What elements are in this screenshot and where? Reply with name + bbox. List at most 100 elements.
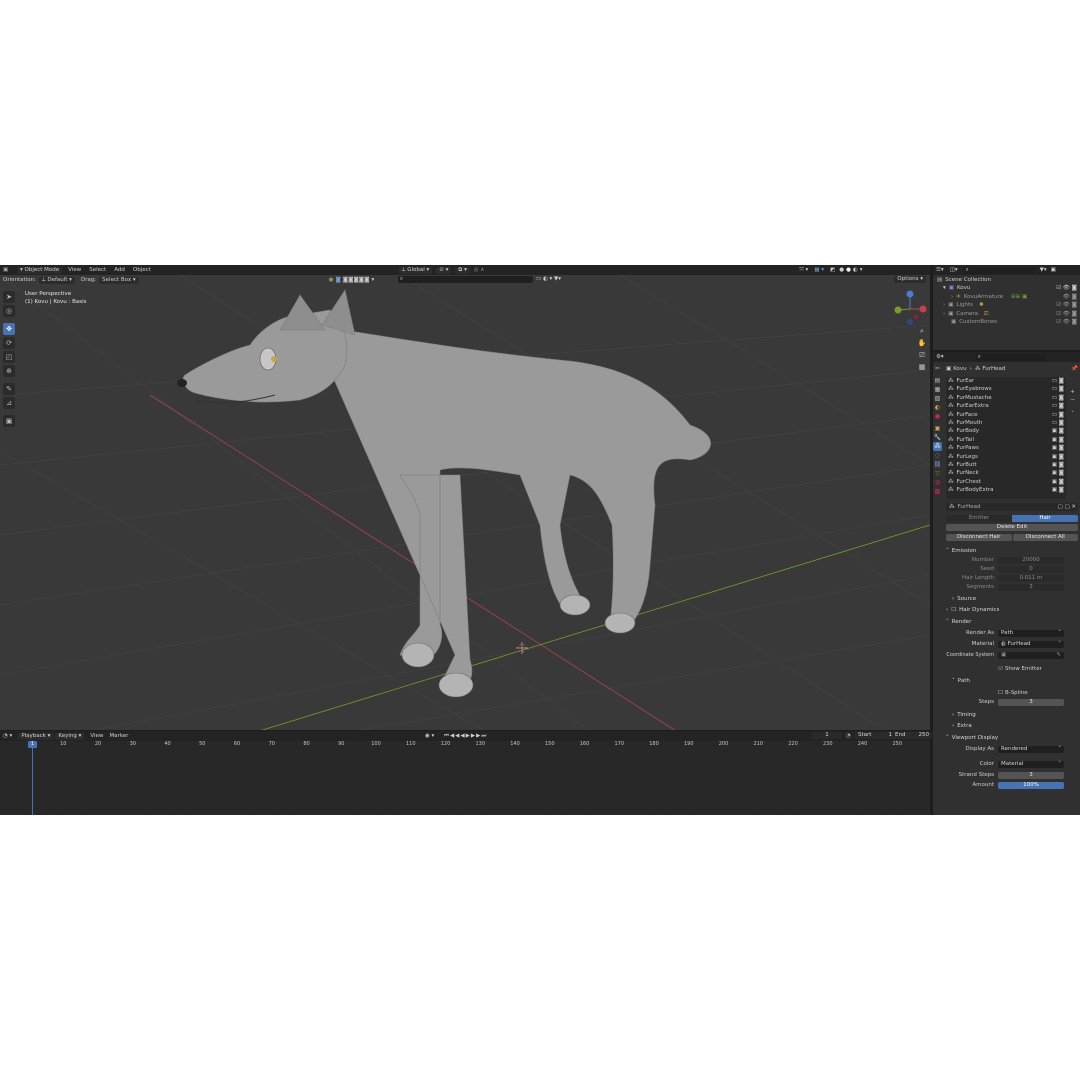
render-visibility-toggles[interactable]: ▣ ◙ [1052, 486, 1064, 494]
playhead[interactable] [32, 741, 33, 815]
playhead-label[interactable]: 1 [28, 741, 37, 748]
shading-options[interactable]: ▾ [860, 267, 863, 273]
output-tab-icon[interactable]: ▦ [933, 385, 942, 394]
snap-toggle[interactable]: ⧉ ▾ [455, 266, 470, 274]
viewport[interactable]: ▣ ▾ Object Mode View Select Add Object ⟂… [0, 265, 930, 730]
timeline-menu-playback[interactable]: Playback ▾ [18, 732, 54, 740]
path-panel-header[interactable]: ˅ Path [946, 677, 1078, 685]
current-frame-field[interactable]: 1 [812, 732, 842, 739]
timeline-menu-keying[interactable]: Keying ▾ [55, 732, 85, 740]
drag-select[interactable]: Select Box ▾ [99, 276, 139, 284]
particle-system-item[interactable]: ⁂ FurMouth ▭ ◙ [946, 419, 1066, 427]
proportional-icon[interactable]: ◎ ∧ [474, 267, 485, 273]
cursor-tool[interactable]: ◎ [3, 305, 15, 317]
strand-steps-field[interactable]: 3 [998, 771, 1064, 779]
emission-field-value[interactable]: 20000 [998, 556, 1064, 564]
source-panel-header[interactable]: › Source [946, 595, 1078, 603]
particle-system-item[interactable]: ⁂ FurBody ▣ ◙ [946, 427, 1066, 435]
row-toggles[interactable]: ☑ 👁 ◙ [1056, 310, 1077, 318]
options-button[interactable]: Options ▾ [894, 276, 926, 283]
particle-system-item[interactable]: ⁂ FurNeck ▣ ◙ [946, 469, 1066, 477]
hair-dynamics-checkbox[interactable]: ☐ [951, 607, 956, 613]
overlay-toggle[interactable]: ▦ ▾ [814, 267, 824, 273]
timeline-menu-view[interactable]: View [90, 733, 103, 739]
frame-ruler[interactable]: 10 20 30 40 50 60 70 80 90 100 110 120 130 140 150 160 1… [0, 741, 930, 815]
scale-tool[interactable]: ◰ [3, 351, 15, 363]
amount-slider[interactable]: 100% [998, 781, 1064, 789]
modifier-tab-icon[interactable]: 🔧 [933, 433, 942, 442]
particle-system-item[interactable]: ⁂ FurChest ▣ ◙ [946, 478, 1066, 486]
tool-tab-icon[interactable]: ✂ [933, 364, 942, 373]
start-frame-field[interactable]: Start 1 [855, 732, 895, 739]
particle-system-item[interactable]: ⁂ FurEarExtra ▭ ◙ [946, 402, 1066, 410]
mode-dropdown[interactable]: ▾ Object Mode [17, 266, 63, 274]
emission-field-value[interactable]: 3 [998, 583, 1064, 591]
render-visibility-toggles[interactable]: ▣ ◙ [1052, 453, 1064, 461]
expand-icon[interactable]: › [943, 310, 945, 318]
extra-panel-header[interactable]: › Extra [946, 722, 1078, 730]
bspline-row[interactable]: ☐ B-Spline [946, 689, 1078, 697]
disconnect-hair-button[interactable]: Disconnect Hair [946, 534, 1012, 541]
scene-collection-row[interactable]: ▤ Scene Collection [937, 276, 1077, 284]
world-tab-icon[interactable]: ● [933, 412, 942, 421]
steps-field[interactable]: 3 [998, 698, 1064, 706]
menu-add[interactable]: Add [114, 267, 125, 273]
filter-icon[interactable]: ▾ [371, 277, 374, 283]
render-visibility-toggles[interactable]: ▣ ◙ [1052, 444, 1064, 452]
scene-tab-icon[interactable]: ◐ [933, 403, 942, 412]
new-collection-icon[interactable]: ▣ [1051, 267, 1056, 273]
emission-field-value[interactable]: 0.011 m [998, 574, 1064, 582]
material-tab-icon[interactable]: ◍ [933, 478, 942, 487]
outliner-search[interactable]: ⌕ [963, 266, 1034, 274]
fake-user-icon[interactable]: ▢ ▢ ✕ [1058, 504, 1077, 510]
viewport-display-panel-header[interactable]: ˅ Viewport Display [946, 734, 1078, 742]
measure-tool[interactable]: ⊿ [3, 397, 15, 409]
outliner-row-custombones[interactable]: ▣ CustomBones ☑ 👁 ◙ [937, 318, 1077, 326]
render-visibility-toggles[interactable]: ▭ ◙ [1052, 419, 1064, 427]
outliner-row-camera[interactable]: › ▣ Camera ⎚ ☑ 👁 ◙ [937, 310, 1077, 318]
particle-system-item[interactable]: ⁂ FurPaws ▣ ◙ [946, 444, 1066, 452]
timeline-track[interactable]: 10 20 30 40 50 60 70 80 90 100 110 120 130 140 150 160 1… [0, 741, 930, 815]
emission-field-value[interactable]: 0 [998, 565, 1064, 573]
pin-icon[interactable]: 📌 [1071, 366, 1078, 372]
add-cube-tool[interactable]: ▣ [3, 415, 15, 427]
render-visibility-toggles[interactable]: ▣ ◙ [1052, 469, 1064, 477]
camera-view-icon[interactable]: ⎚ [917, 349, 927, 361]
outliner-row-lights[interactable]: › ▣ Lights ✺ ☑ 👁 ◙ [937, 301, 1077, 309]
disconnect-all-button[interactable]: Disconnect All [1012, 534, 1078, 541]
color-dropdown[interactable]: Material ˅ [998, 760, 1064, 768]
physics-tab-icon[interactable]: ◌ [933, 451, 942, 460]
render-visibility-toggles[interactable]: ▭ ◙ [1052, 402, 1064, 410]
visibility-icons[interactable]: ▭ ◐ ▾ ▼▾ [536, 276, 561, 282]
emission-panel-header[interactable]: ˅ Emission [946, 547, 1078, 555]
filter-icon[interactable]: ▼▾ [1040, 267, 1047, 273]
material-dropdown[interactable]: ◍ FurHead ˅ [998, 640, 1064, 648]
view-layer-tab-icon[interactable]: ▧ [933, 394, 942, 403]
perspective-grid-icon[interactable]: ▦ [917, 361, 927, 373]
delete-edit-button[interactable]: Delete Edit [946, 524, 1078, 531]
select-box-tool[interactable]: ➤ [3, 291, 15, 303]
vertex-select-icon[interactable]: ● [329, 277, 334, 283]
properties-search[interactable]: ⌕ [975, 353, 1046, 361]
particles-tab-icon[interactable]: ⁂ [933, 442, 942, 451]
render-visibility-toggles[interactable]: ▭ ◙ [1052, 411, 1064, 419]
particle-system-item[interactable]: ⁂ FurMustache ▭ ◙ [946, 394, 1066, 402]
pan-hand-icon[interactable]: ✋ [917, 337, 927, 349]
annotate-tool[interactable]: ✎ [3, 383, 15, 395]
face-select-icon[interactable]: ◙◙◙◙◙ [343, 277, 370, 283]
playback-controls[interactable]: ⏮◀◀◀▶▶▶⏭ [444, 733, 487, 740]
render-visibility-toggles[interactable]: ▣ ◙ [1052, 427, 1064, 435]
hair-dynamics-panel-header[interactable]: › ☐ Hair Dynamics [946, 606, 1078, 614]
outliner-row-kovuarmature[interactable]: › ✛ KovuArmature ⊞⊞ ▣ 👁 ◙ [937, 293, 1077, 301]
particle-system-item[interactable]: ⁂ FurEar ▭ ◙ [946, 377, 1066, 385]
data-tab-icon[interactable]: ▽ [933, 469, 942, 478]
outliner-row-kovu[interactable]: ▾ ▣ Kovu ☑ 👁 ◙ [937, 284, 1077, 292]
eyedropper-icon[interactable]: ✎ [1056, 652, 1061, 659]
outliner-editor-icon[interactable]: ☰▾ [936, 267, 944, 273]
specials-menu-icon[interactable]: ˅ [1068, 410, 1077, 418]
render-as-dropdown[interactable]: Path ˅ [998, 629, 1064, 637]
render-tab-icon[interactable]: ▤ [933, 376, 942, 385]
row-toggles[interactable]: 👁 ◙ [1063, 293, 1077, 301]
expand-icon[interactable]: › [951, 293, 953, 301]
viewport-icon[interactable]: ▣ [3, 267, 11, 273]
